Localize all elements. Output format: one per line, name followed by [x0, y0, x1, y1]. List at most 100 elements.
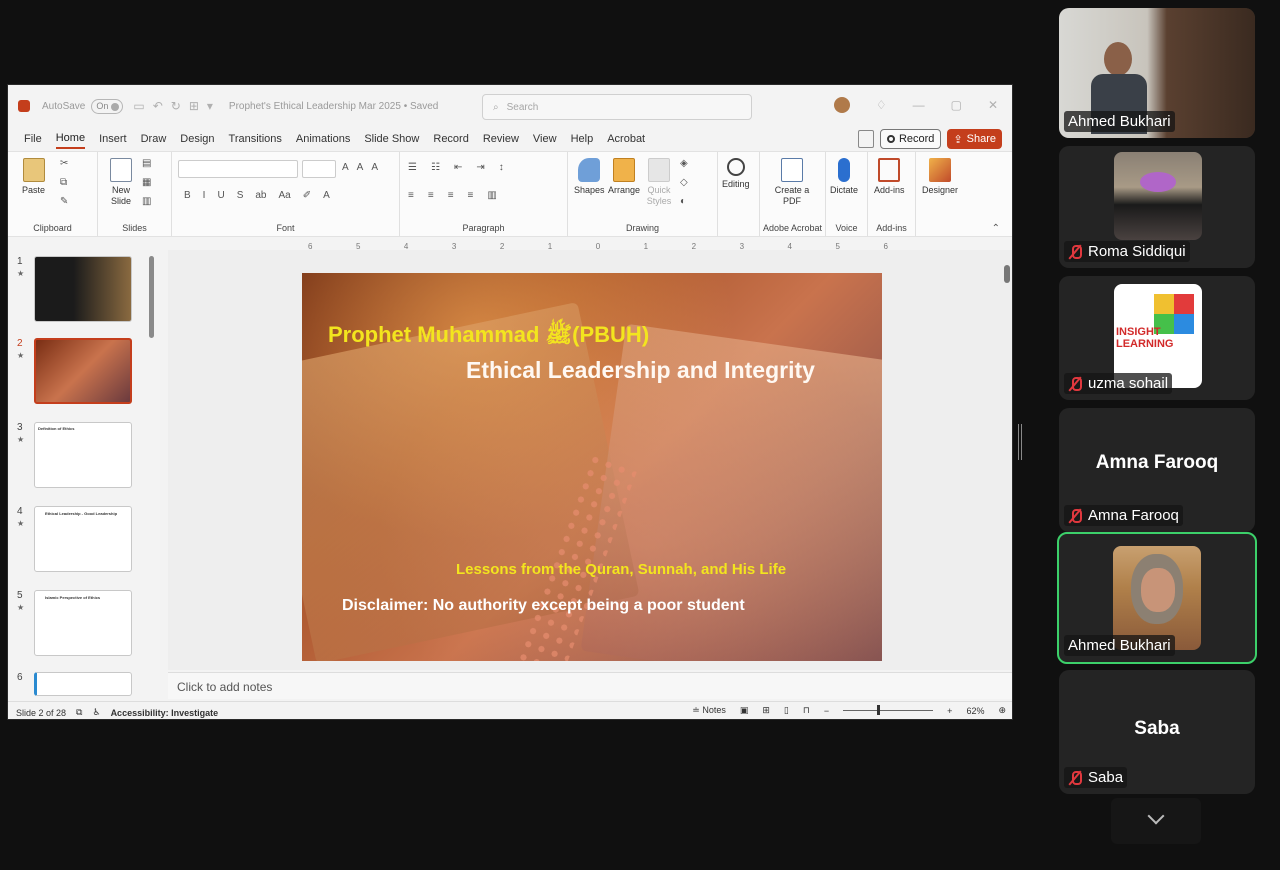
shapes-button[interactable]: Shapes	[574, 158, 605, 196]
decrease-font-icon[interactable]: A	[357, 162, 364, 173]
tab-acrobat[interactable]: Acrobat	[607, 130, 645, 148]
cut-icon[interactable]: ✂	[60, 158, 68, 169]
change-case-icon[interactable]: Aa	[278, 190, 290, 201]
tab-draw[interactable]: Draw	[141, 130, 167, 148]
participant-tile[interactable]: INSIGHT LEARNING uzma sohail	[1059, 276, 1255, 400]
group-paragraph: ☰ ☷ ⇤ ⇥ ↕ ≡ ≡ ≡ ≡ ▥ Paragraph	[400, 152, 568, 236]
columns-icon[interactable]: ▥	[487, 190, 496, 201]
zoom-out-icon[interactable]: −	[824, 706, 829, 716]
tab-help[interactable]: Help	[571, 130, 594, 148]
indent-increase-icon[interactable]: ⇥	[476, 162, 484, 173]
quick-styles-button[interactable]: Quick Styles	[644, 158, 674, 207]
tab-view[interactable]: View	[533, 130, 557, 148]
account-avatar[interactable]	[833, 97, 850, 113]
participant-tile[interactable]: Saba Saba	[1059, 670, 1255, 794]
slide-subtitle[interactable]: Lessons from the Quran, Sunnah, and His …	[456, 561, 786, 578]
notes-button[interactable]: ≐ Notes	[692, 705, 726, 716]
reset-icon[interactable]: ▦	[142, 177, 151, 188]
record-button[interactable]: Record	[879, 129, 942, 149]
maximize-icon[interactable]: ▢	[951, 98, 962, 112]
shape-outline-icon[interactable]: ◇	[680, 177, 688, 188]
autosave-toggle[interactable]: On	[91, 98, 124, 114]
font-family-select[interactable]	[178, 160, 298, 178]
indent-decrease-icon[interactable]: ⇤	[454, 162, 462, 173]
participant-tile[interactable]: Amna Farooq Amna Farooq	[1059, 408, 1255, 532]
search-box[interactable]: ⌕ Search	[482, 94, 752, 120]
shape-effects-icon[interactable]: ◐	[680, 196, 688, 207]
align-right-icon[interactable]: ≡	[448, 190, 454, 201]
layout-icon[interactable]: ▤	[142, 158, 151, 169]
align-left-icon[interactable]: ≡	[408, 190, 414, 201]
collapse-ribbon-icon[interactable]: ⌃	[992, 223, 1000, 234]
addins-button[interactable]: Add-ins	[874, 158, 905, 196]
participant-tile[interactable]: Roma Siddiqui	[1059, 146, 1255, 268]
clear-format-icon[interactable]: A	[371, 162, 378, 173]
panel-resize-handle[interactable]	[1018, 424, 1022, 460]
normal-view-icon[interactable]: ▣	[740, 705, 749, 716]
section-icon[interactable]: ▥	[142, 196, 151, 207]
strikethrough-icon[interactable]: S	[237, 190, 244, 201]
designer-button[interactable]: Designer	[922, 158, 958, 196]
notes-pane[interactable]: Click to add notes	[168, 672, 1012, 699]
tab-record[interactable]: Record	[433, 130, 468, 148]
editing-button[interactable]: Editing	[722, 158, 750, 190]
font-color-icon[interactable]: A	[323, 190, 330, 201]
comments-icon[interactable]	[857, 130, 874, 148]
accessibility-status[interactable]: Accessibility: Investigate	[111, 708, 219, 718]
line-spacing-icon[interactable]: ↕	[499, 162, 504, 173]
minimize-icon[interactable]: —	[913, 98, 925, 112]
dictate-button[interactable]: Dictate	[830, 158, 858, 196]
bullets-icon[interactable]: ☰	[408, 162, 417, 173]
font-size-select[interactable]	[302, 160, 336, 178]
char-spacing-icon[interactable]: ab	[255, 190, 266, 201]
slide-title-line-1[interactable]: Prophet Muhammad ﷺ(PBUH)	[328, 321, 649, 353]
lightbulb-icon[interactable]: ♢	[876, 98, 887, 112]
share-button[interactable]: ⇪ Share	[947, 129, 1002, 149]
format-painter-icon[interactable]: ✎	[60, 196, 68, 207]
transition-star-icon: ★	[17, 435, 25, 444]
thumb-number: 5	[17, 590, 23, 601]
tab-file[interactable]: File	[24, 130, 42, 148]
current-slide[interactable]: Prophet Muhammad ﷺ(PBUH) Ethical Leaders…	[302, 273, 882, 661]
slideshow-icon[interactable]: ⊓	[803, 705, 810, 716]
paste-label: Paste	[22, 185, 46, 195]
zoom-slider[interactable]	[843, 705, 934, 715]
new-slide-button[interactable]: New Slide	[106, 158, 136, 207]
tab-transitions[interactable]: Transitions	[229, 130, 282, 148]
paste-button[interactable]: Paste	[22, 158, 45, 196]
reading-view-icon[interactable]: ▯	[784, 705, 789, 716]
slide-disclaimer[interactable]: Disclaimer: No authority except being a …	[342, 597, 745, 615]
close-icon[interactable]: ✕	[988, 98, 998, 112]
increase-font-icon[interactable]: A	[342, 162, 349, 173]
tab-animations[interactable]: Animations	[296, 130, 350, 148]
tab-review[interactable]: Review	[483, 130, 519, 148]
tab-design[interactable]: Design	[180, 130, 214, 148]
underline-icon[interactable]: U	[217, 190, 224, 201]
align-center-icon[interactable]: ≡	[428, 190, 434, 201]
accessibility-icon[interactable]: ♿	[92, 707, 100, 718]
participant-tile-active-speaker[interactable]: Ahmed Bukhari	[1057, 532, 1257, 664]
arrange-button[interactable]: Arrange	[608, 158, 640, 196]
thumbnail-scrollbar[interactable]	[149, 256, 154, 338]
scroll-participants-down-button[interactable]	[1111, 798, 1201, 844]
tab-insert[interactable]: Insert	[99, 130, 127, 148]
numbering-icon[interactable]: ☷	[431, 162, 440, 173]
bold-icon[interactable]: B	[184, 190, 191, 201]
participant-tile[interactable]: Ahmed Bukhari	[1059, 8, 1255, 138]
tab-slide-show[interactable]: Slide Show	[364, 130, 419, 148]
justify-icon[interactable]: ≡	[468, 190, 474, 201]
editor-scrollbar[interactable]	[1004, 265, 1010, 283]
slide-sorter-icon[interactable]: ⊞	[762, 705, 770, 716]
create-pdf-button[interactable]: Create a PDF	[774, 158, 810, 207]
highlight-icon[interactable]: ✐	[303, 190, 311, 201]
italic-icon[interactable]: I	[203, 190, 206, 201]
zoom-level[interactable]: 62%	[966, 706, 984, 716]
copy-icon[interactable]: ⧉	[60, 177, 68, 188]
zoom-in-icon[interactable]: +	[947, 706, 952, 716]
shape-fill-icon[interactable]: ◈	[680, 158, 688, 169]
fit-slide-icon[interactable]: ⊕	[998, 705, 1006, 716]
spellcheck-icon[interactable]: ⧉	[76, 707, 82, 718]
tab-home[interactable]: Home	[55, 129, 86, 149]
slide-title-line-2[interactable]: Ethical Leadership and Integrity	[466, 357, 815, 384]
quick-access-icons[interactable]: ▭↶↻⊞▾	[133, 99, 221, 113]
